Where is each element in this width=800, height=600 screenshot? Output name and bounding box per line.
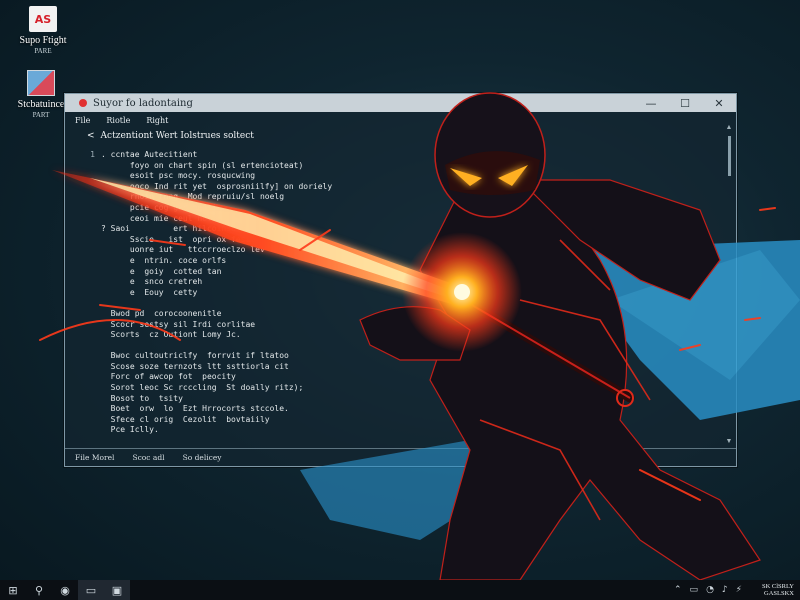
status-bar: File Morel Scoc adl So delicey	[65, 448, 736, 466]
window-title: Suyor fo ladontaing	[93, 97, 193, 109]
code-line: esoit psc mocy. rosqucwing	[65, 171, 722, 182]
code-text: Bwod pd corocoonenitle	[101, 308, 222, 318]
code-line: pcie cog gac meoli	[65, 203, 722, 214]
code-line: ceoi mie ceul notrodeat	[65, 214, 722, 225]
code-line: 1 . ccntae Autecitient	[65, 150, 722, 161]
code-line: Forc of awcop fot peocity	[65, 372, 722, 383]
code-text: uonre iut ttccrroeclzo lev	[101, 245, 265, 255]
app-record-icon	[79, 99, 87, 107]
line-gutter: 1	[90, 150, 95, 159]
code-text: pcie cog gac meoli	[101, 202, 217, 212]
taskbar: ⊞ ⚲ ◉ ▭ ▣ ⌃ ▭ ◔ ♪ ⚡ SK ClSRLY GASLSKX	[0, 580, 800, 600]
status-item: So delicey	[182, 453, 222, 462]
search-button[interactable]: ⚲	[26, 580, 52, 600]
close-button[interactable]: ✕	[702, 94, 736, 112]
status-item: Scoc adl	[132, 453, 165, 462]
code-text: Scorts cz Outiont Lomy Jc.	[101, 330, 241, 340]
code-line: e goiy cotted tan	[65, 267, 722, 278]
code-text: esoit psc mocy. rosqucwing	[101, 171, 256, 181]
minimize-button[interactable]: —	[634, 94, 668, 112]
battery-icon[interactable]: ▭	[690, 585, 699, 595]
start-button[interactable]: ⊞	[0, 580, 26, 600]
code-line: e ntrin. coce orlfs	[65, 256, 722, 267]
tab-active[interactable]: Actzentiont Wert Iolstrues soltect	[101, 131, 254, 141]
code-text: foyo on chart spin (sl ertencioteat)	[101, 160, 304, 170]
code-text: ceoi mie ceul notrodeat	[101, 213, 241, 223]
code-text: Scocr sestsy sil Irdi corlitae	[101, 319, 256, 329]
clock[interactable]: SK ClSRLY GASLSKX	[750, 583, 794, 597]
code-line: Boet orw lo Ezt Hrrocorts stccole.	[65, 404, 722, 415]
editor-window[interactable]: Suyor fo ladontaing — ☐ ✕ File Riotle Ri…	[64, 93, 737, 467]
game-shortcut-icon: AS	[29, 6, 57, 32]
power-icon[interactable]: ⚡	[736, 585, 742, 595]
tab-bar: < Actzentiont Wert Iolstrues soltect	[65, 128, 736, 144]
network-icon[interactable]: ◔	[706, 585, 714, 595]
code-line: Scocr sestsy sil Irdi corlitae	[65, 320, 722, 331]
code-text: ? Saoi ert hilcoinsd) paltcly;	[101, 224, 285, 234]
clock-line: SK ClSRLY	[761, 583, 794, 590]
code-line: foyo on chart spin (sl ertencioteat)	[65, 161, 722, 172]
code-text: Pce Iclly.	[101, 425, 159, 435]
title-bar[interactable]: Suyor fo ladontaing — ☐ ✕	[65, 94, 736, 112]
code-text: Sscie ist opri ox fesilty	[101, 234, 265, 244]
back-arrow-icon[interactable]: <	[87, 131, 95, 141]
code-line: Sscie ist opri ox fesilty	[65, 235, 722, 246]
code-line: Sfece cl orig Cezolit bovtaiily	[65, 415, 722, 426]
menu-item-right[interactable]: Right	[146, 116, 168, 125]
code-line: ooco Ind rit yet osprosniilfy] on doriel…	[65, 182, 722, 193]
code-line: Scose soze ternzots ltt ssttiorla cit	[65, 362, 722, 373]
code-line: e snco cretreh	[65, 277, 722, 288]
code-line: Bwoc cultoutriclfy forrvit if ltatoo	[65, 351, 722, 362]
desktop-icon-game[interactable]: AS Supo Ftight PARE	[4, 6, 82, 56]
system-tray: ⌃ ▭ ◔ ♪ ⚡ SK ClSRLY GASLSKX	[674, 583, 800, 597]
code-line: Sorot leoc Sc rcccling St doally ritz);	[65, 383, 722, 394]
code-text: Forc of awcop fot peocity	[101, 372, 236, 382]
code-area[interactable]: 1 . ccntae Autecitient foyo on chart spin…	[65, 146, 722, 448]
code-line: Pce Iclly.	[65, 425, 722, 436]
code-text: rhoin rnag Mod repruiu/sl noelg	[101, 192, 285, 202]
code-line: e Eouy cetty	[65, 288, 722, 299]
desktop-icon-label: Supo Ftight	[19, 35, 67, 46]
status-item: File Morel	[75, 453, 115, 462]
code-line: Scorts cz Outiont Lomy Jc.	[65, 330, 722, 341]
menu-bar: File Riotle Right	[65, 112, 736, 128]
code-text: Bosot to tsity	[101, 393, 183, 403]
code-line: ? Saoi ert hilcoinsd) paltcly;	[65, 224, 722, 235]
files-taskbar-button[interactable]: ▭	[78, 580, 104, 600]
menu-item-riotle[interactable]: Riotle	[106, 116, 130, 125]
menu-item-file[interactable]: File	[75, 116, 90, 125]
code-line: uonre iut ttccrroeclzo lev	[65, 245, 722, 256]
scroll-thumb[interactable]	[727, 136, 731, 176]
clock-line: GASLSKX	[764, 590, 794, 597]
code-text: ooco Ind rit yet osprosniilfy] on doriel…	[101, 181, 333, 191]
tray-overflow-icon[interactable]: ⌃	[674, 585, 682, 595]
browser-taskbar-button[interactable]: ◉	[52, 580, 78, 600]
code-text: e goiy cotted tan	[101, 266, 222, 276]
desktop-icon-sublabel: PARE	[34, 47, 52, 55]
code-text: Scose soze ternzots ltt ssttiorla cit	[101, 361, 289, 371]
code-line: rhoin rnag Mod repruiu/sl noelg	[65, 192, 722, 203]
code-line: Bwod pd corocoonenitle	[65, 309, 722, 320]
code-text: e ntrin. coce orlfs	[101, 255, 227, 265]
code-text: . ccntae Autecitient	[101, 150, 198, 159]
code-text: Boet orw lo Ezt Hrrocorts stccole.	[101, 404, 289, 414]
code-text: e Eouy cetty	[101, 287, 198, 297]
app-shortcut-icon	[27, 70, 55, 96]
code-text: Sorot leoc Sc rcccling St doally ritz);	[101, 383, 304, 393]
vertical-scrollbar[interactable]: ▲ ▼	[724, 124, 734, 446]
code-text: e snco cretreh	[101, 277, 203, 287]
volume-icon[interactable]: ♪	[722, 585, 728, 595]
maximize-button[interactable]: ☐	[668, 94, 702, 112]
scroll-down-icon[interactable]: ▼	[724, 438, 734, 446]
scroll-up-icon[interactable]: ▲	[724, 124, 734, 132]
editor-taskbar-button[interactable]: ▣	[104, 580, 130, 600]
code-text: Sfece cl orig Cezolit bovtaiily	[101, 414, 270, 424]
code-text: Bwoc cultoutriclfy forrvit if ltatoo	[101, 351, 289, 361]
code-line: Bosot to tsity	[65, 394, 722, 405]
